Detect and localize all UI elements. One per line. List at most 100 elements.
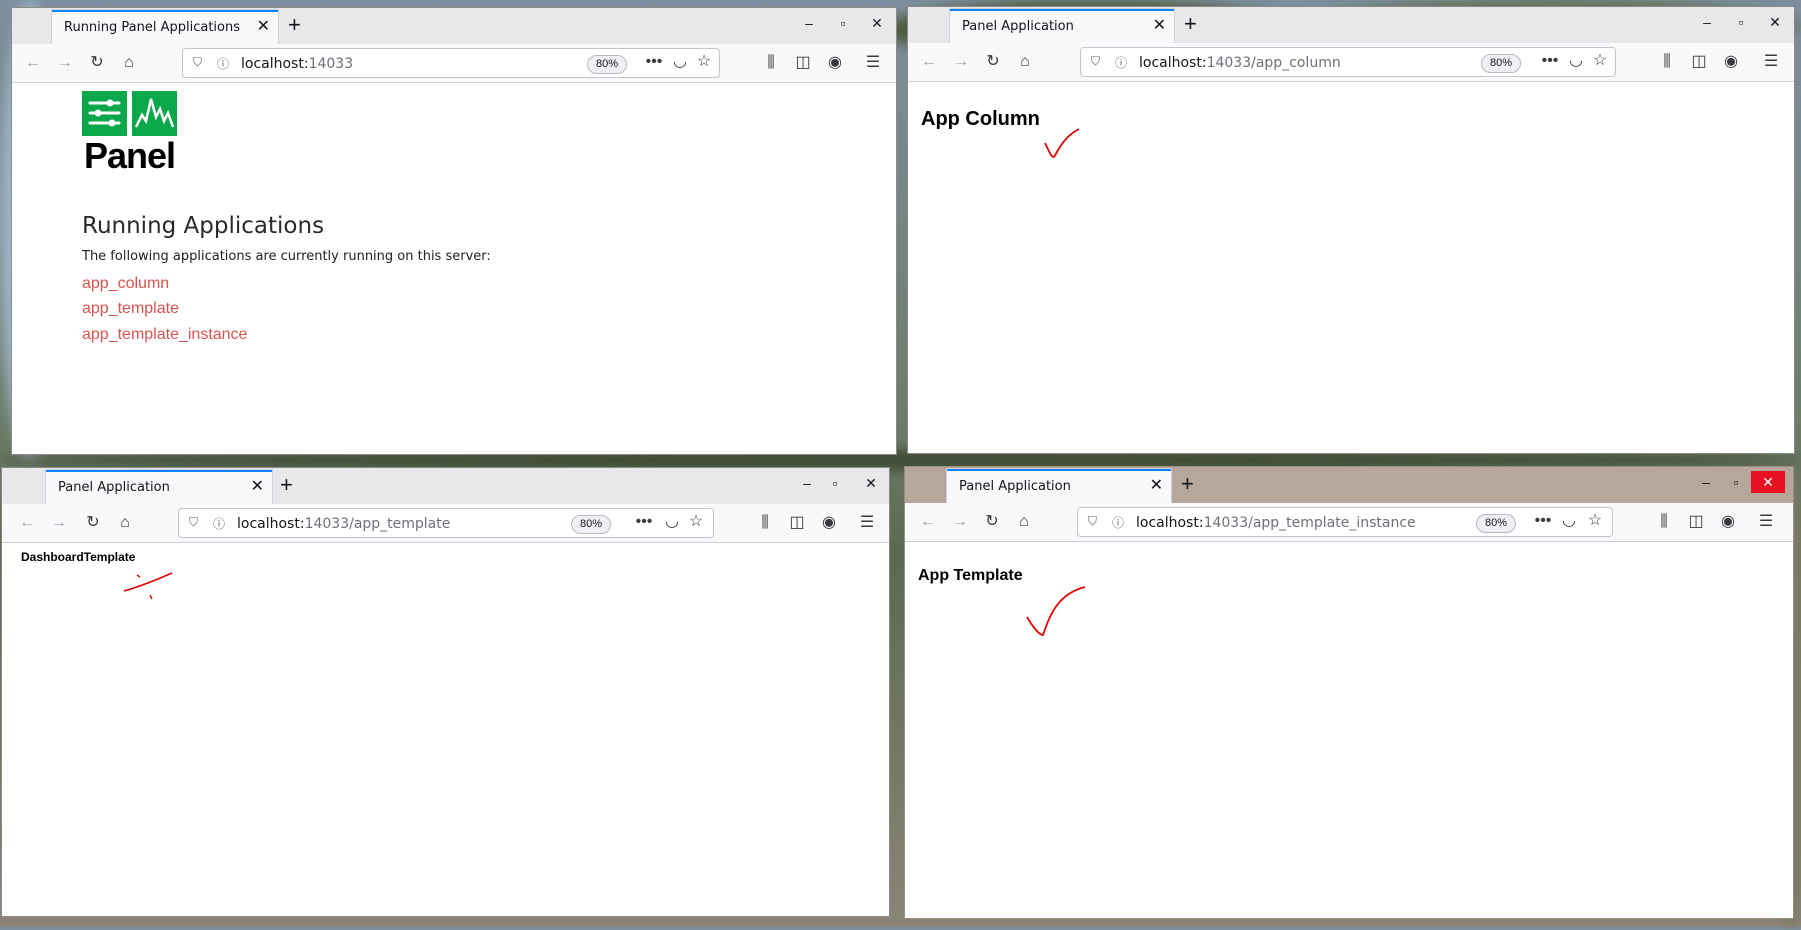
sidebar-icon[interactable]: ◫ <box>792 52 814 74</box>
page-content: Panel Running Applications The following… <box>12 83 896 454</box>
tab-panel-application[interactable]: Panel Application ✕ <box>947 469 1171 503</box>
bookmark-star-icon[interactable]: ☆ <box>685 511 707 533</box>
tab-panel-application[interactable]: Panel Application ✕ <box>950 9 1174 43</box>
maximize-icon[interactable]: ▫ <box>1719 471 1753 493</box>
minimize-icon[interactable]: – <box>1689 471 1723 493</box>
info-icon[interactable]: ⓘ <box>1112 514 1124 531</box>
forward-arrow-icon[interactable]: → <box>54 52 76 74</box>
home-icon[interactable]: ⌂ <box>118 52 140 74</box>
url-bar[interactable]: ⛉ ⓘ localhost:14033/app_template 80% •••… <box>178 508 714 538</box>
zoom-badge[interactable]: 80% <box>1476 514 1517 533</box>
url-bar[interactable]: ⛉ ⓘ localhost:14033 80% ••• ◡ ☆ <box>182 48 720 78</box>
bookmark-star-icon[interactable]: ☆ <box>693 51 715 73</box>
forward-arrow-icon[interactable]: → <box>949 511 971 533</box>
info-icon[interactable]: ⓘ <box>213 515 225 532</box>
page-heading: App Template <box>918 567 1023 584</box>
nav-bar: ← → ↻ ⌂ ⛉ ⓘ localhost:14033/app_column 8… <box>908 43 1794 82</box>
library-icon[interactable]: ⫼ <box>1656 51 1678 73</box>
shield-icon[interactable]: ⛉ <box>189 515 198 530</box>
window-close-icon[interactable]: ✕ <box>1758 11 1792 33</box>
page-heading: DashboardTemplate <box>21 550 136 564</box>
reload-icon[interactable]: ↻ <box>982 51 1004 73</box>
library-icon[interactable]: ⫼ <box>754 512 776 534</box>
back-arrow-icon[interactable]: ← <box>16 512 38 534</box>
pocket-icon[interactable]: ◡ <box>669 51 691 73</box>
reload-icon[interactable]: ↻ <box>82 512 104 534</box>
sidebar-icon[interactable]: ◫ <box>786 512 808 534</box>
app-link-column[interactable]: app_column <box>82 275 169 293</box>
shield-icon[interactable]: ⛉ <box>193 55 202 70</box>
pocket-icon[interactable]: ◡ <box>1558 510 1580 532</box>
new-tab-plus-icon[interactable]: + <box>288 14 301 36</box>
account-icon[interactable]: ◉ <box>1720 51 1742 73</box>
zoom-badge[interactable]: 80% <box>1481 54 1522 73</box>
new-tab-plus-icon[interactable]: + <box>1184 13 1197 35</box>
checkmark-annotation <box>1044 128 1080 158</box>
account-icon[interactable]: ◉ <box>818 512 840 534</box>
close-icon[interactable]: ✕ <box>1150 477 1163 495</box>
menu-icon[interactable]: ☰ <box>862 52 884 74</box>
forward-arrow-icon[interactable]: → <box>48 512 70 534</box>
maximize-icon[interactable]: ▫ <box>826 12 860 34</box>
window-close-icon[interactable]: ✕ <box>1751 471 1785 493</box>
window-close-icon[interactable]: ✕ <box>860 12 894 34</box>
menu-icon[interactable]: ☰ <box>1755 511 1777 533</box>
back-arrow-icon[interactable]: ← <box>917 511 939 533</box>
account-icon[interactable]: ◉ <box>1717 511 1739 533</box>
close-icon[interactable]: ✕ <box>257 18 270 36</box>
close-icon[interactable]: ✕ <box>1153 17 1166 35</box>
home-icon[interactable]: ⌂ <box>1014 51 1036 73</box>
shield-icon[interactable]: ⛉ <box>1088 514 1097 529</box>
account-icon[interactable]: ◉ <box>824 52 846 74</box>
reload-icon[interactable]: ↻ <box>981 511 1003 533</box>
library-icon[interactable]: ⫼ <box>1653 511 1675 533</box>
window-close-icon[interactable]: ✕ <box>854 472 888 494</box>
bookmark-star-icon[interactable]: ☆ <box>1584 510 1606 532</box>
more-dots-icon[interactable]: ••• <box>643 51 665 73</box>
url-bar[interactable]: ⛉ ⓘ localhost:14033/app_template_instanc… <box>1077 507 1613 537</box>
tab-title: Panel Application <box>962 19 1074 34</box>
menu-icon[interactable]: ☰ <box>856 512 878 534</box>
logo-wordmark: Panel <box>84 135 176 176</box>
info-icon[interactable]: ⓘ <box>1115 54 1127 71</box>
zoom-badge[interactable]: 80% <box>571 515 612 534</box>
app-link-template[interactable]: app_template <box>82 300 179 318</box>
shield-icon[interactable]: ⛉ <box>1091 54 1100 69</box>
back-arrow-icon[interactable]: ← <box>22 52 44 74</box>
new-tab-plus-icon[interactable]: + <box>280 474 293 496</box>
reload-icon[interactable]: ↻ <box>86 52 108 74</box>
info-icon[interactable]: ⓘ <box>217 55 229 72</box>
maximize-icon[interactable]: ▫ <box>1724 11 1758 33</box>
url-bar[interactable]: ⛉ ⓘ localhost:14033/app_column 80% ••• ◡… <box>1080 47 1616 77</box>
pocket-icon[interactable]: ◡ <box>1565 50 1587 72</box>
library-icon[interactable]: ⫼ <box>760 52 782 74</box>
pocket-icon[interactable]: ◡ <box>661 511 683 533</box>
home-icon[interactable]: ⌂ <box>1013 511 1035 533</box>
close-icon[interactable]: ✕ <box>251 478 264 496</box>
maximize-icon[interactable]: ▫ <box>818 472 852 494</box>
tab-running-apps[interactable]: Running Panel Applications ✕ <box>52 10 278 44</box>
minimize-icon[interactable]: – <box>1690 11 1724 33</box>
nav-bar: ← → ↻ ⌂ ⛉ ⓘ localhost:14033 80% ••• ◡ ☆ … <box>12 44 896 83</box>
more-dots-icon[interactable]: ••• <box>1539 50 1561 72</box>
minimize-icon[interactable]: – <box>792 12 826 34</box>
back-arrow-icon[interactable]: ← <box>918 51 940 73</box>
tab-bar: Panel Application ✕ + – ▫ ✕ <box>908 7 1794 43</box>
more-dots-icon[interactable]: ••• <box>633 511 655 533</box>
page-content: DashboardTemplate <box>2 543 889 916</box>
page-title: Running Applications <box>82 213 325 239</box>
forward-arrow-icon[interactable]: → <box>950 51 972 73</box>
sidebar-icon[interactable]: ◫ <box>1688 51 1710 73</box>
home-icon[interactable]: ⌂ <box>114 512 136 534</box>
more-dots-icon[interactable]: ••• <box>1532 510 1554 532</box>
app-link-template-instance[interactable]: app_template_instance <box>82 326 247 344</box>
tab-panel-application[interactable]: Panel Application ✕ <box>46 470 272 504</box>
sidebar-icon[interactable]: ◫ <box>1685 511 1707 533</box>
tab-title: Panel Application <box>959 479 1071 494</box>
cross-annotation <box>123 572 173 600</box>
bookmark-star-icon[interactable]: ☆ <box>1589 50 1611 72</box>
browser-window-app-column: Panel Application ✕ + – ▫ ✕ ← → ↻ ⌂ ⛉ ⓘ … <box>907 6 1795 454</box>
new-tab-plus-icon[interactable]: + <box>1181 473 1194 495</box>
zoom-badge[interactable]: 80% <box>587 55 628 74</box>
menu-icon[interactable]: ☰ <box>1760 51 1782 73</box>
